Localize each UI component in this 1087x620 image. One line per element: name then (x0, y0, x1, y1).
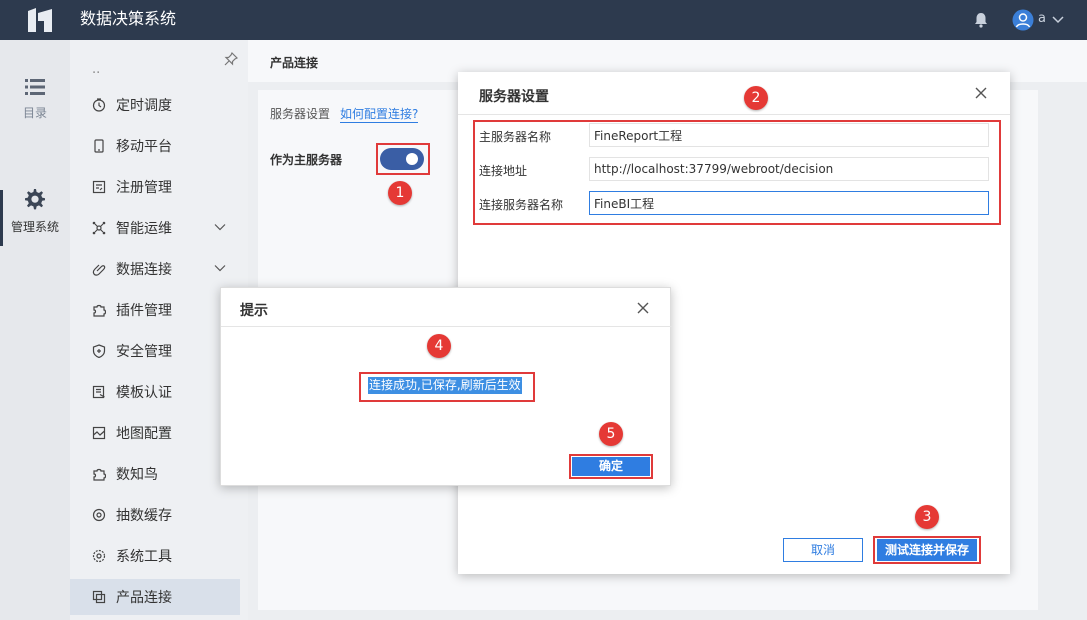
sidebar-item-ops[interactable]: 智能运维 (70, 210, 240, 246)
sidebar-item-product-link[interactable]: 产品连接 (70, 579, 240, 615)
map-icon (92, 426, 106, 440)
user-avatar-icon[interactable] (1012, 9, 1034, 31)
server-settings-label: 服务器设置 (270, 107, 331, 121)
link-icon (92, 264, 106, 276)
sidebar-item-register[interactable]: 注册管理 (70, 169, 240, 205)
sidebar-item-bird[interactable]: 数知鸟 (70, 456, 240, 492)
step-badge-1: 1 (388, 181, 412, 205)
logo-icon (28, 8, 52, 32)
step-badge-2: 2 (744, 86, 768, 110)
test-and-save-button[interactable]: 测试连接并保存 (877, 539, 977, 561)
master-server-label: 作为主服务器 (270, 153, 343, 167)
main-server-name-input[interactable] (589, 123, 989, 147)
ok-button[interactable]: 确定 (572, 457, 650, 476)
sidebar-item-cache[interactable]: 抽数缓存 (70, 497, 240, 533)
mobile-icon (94, 139, 104, 153)
chevron-down-icon[interactable] (214, 263, 226, 273)
network-icon (92, 221, 106, 235)
sidebar-item-security[interactable]: 安全管理 (70, 333, 240, 369)
plugin-icon (93, 304, 106, 317)
sidebar-item-label: 地图配置 (116, 426, 172, 442)
bird-icon (93, 468, 106, 481)
list-icon (25, 79, 45, 95)
step-badge-4: 4 (427, 334, 451, 358)
gear-icon (25, 189, 45, 210)
sidebar-item-label: 抽数缓存 (116, 508, 172, 524)
dialog-title: 服务器设置 (479, 89, 549, 105)
product-link-icon (92, 590, 106, 604)
tools-icon (92, 549, 106, 563)
sidebar-item-label: 智能运维 (116, 221, 172, 237)
user-name[interactable]: a (1038, 11, 1046, 26)
step-badge-3: 3 (915, 505, 939, 529)
sidebar-item-schedule[interactable]: 定时调度 (70, 87, 240, 123)
tip-divider (221, 326, 672, 327)
connect-server-name-input[interactable] (589, 191, 989, 215)
sidebar-item-template-cert[interactable]: 模板认证 (70, 374, 240, 410)
sidebar-item-label: 产品连接 (116, 590, 172, 606)
sidebar-item-label: 数知鸟 (116, 467, 158, 483)
clock-icon (92, 98, 106, 112)
chevron-down-icon[interactable] (214, 222, 226, 232)
sidebar-item-label: 插件管理 (116, 303, 172, 319)
cache-icon (92, 508, 106, 522)
connect-server-name-label: 连接服务器名称 (479, 198, 564, 212)
top-bar: 数据决策系统 a (0, 0, 1087, 40)
connection-url-input[interactable] (589, 157, 989, 181)
sidebar-item-label: 注册管理 (116, 180, 172, 196)
app-title: 数据决策系统 (80, 9, 177, 28)
how-to-configure-link[interactable]: 如何配置连接? (340, 105, 419, 123)
template-icon (92, 385, 105, 399)
sidebar-item-label: 移动平台 (116, 139, 172, 155)
sidebar-item-plugins[interactable]: 插件管理 (70, 292, 240, 328)
rail-item-directory[interactable]: 目录 (0, 78, 70, 121)
step-badge-5: 5 (599, 422, 623, 446)
register-icon (92, 180, 106, 194)
left-rail: 目录 管理系统 (0, 40, 70, 620)
cancel-button[interactable]: 取消 (783, 538, 863, 562)
chevron-down-icon[interactable] (1051, 14, 1065, 26)
sidebar-item-mobile[interactable]: 移动平台 (70, 128, 240, 164)
sidebar-item-label: 定时调度 (116, 98, 172, 114)
rail-item-management[interactable]: 管理系统 (0, 188, 70, 235)
sidebar-item-map[interactable]: 地图配置 (70, 415, 240, 451)
shield-icon (92, 344, 106, 358)
toggle-knob (406, 153, 418, 165)
sidebar-item-label: 系统工具 (116, 549, 172, 565)
sidebar-item-label: 数据连接 (116, 262, 172, 278)
pin-icon[interactable] (224, 52, 238, 66)
dialog-divider (458, 114, 1010, 115)
sidebar-item-label: 安全管理 (116, 344, 172, 360)
rail-label-management: 管理系统 (10, 220, 59, 234)
close-icon[interactable] (637, 302, 649, 314)
rail-label-directory: 目录 (22, 106, 47, 120)
sidebar-item-tools[interactable]: 系统工具 (70, 538, 240, 574)
connection-url-label: 连接地址 (479, 164, 528, 178)
main-server-name-label: 主服务器名称 (479, 130, 552, 144)
page-title: 产品连接 (270, 56, 319, 70)
sidebar-item-data-connection[interactable]: 数据连接 (70, 251, 240, 287)
close-icon[interactable] (975, 87, 987, 99)
master-server-toggle[interactable] (380, 148, 424, 170)
tip-dialog-title: 提示 (240, 303, 268, 319)
sidebar-item-label: 模板认证 (116, 385, 172, 401)
tip-message: 连接成功,已保存,刷新后生效 (368, 377, 522, 394)
sidebar-truncated-item: .. (92, 62, 101, 77)
tip-dialog: 提示 连接成功,已保存,刷新后生效 确定 (220, 287, 672, 486)
bell-icon[interactable] (972, 11, 990, 29)
